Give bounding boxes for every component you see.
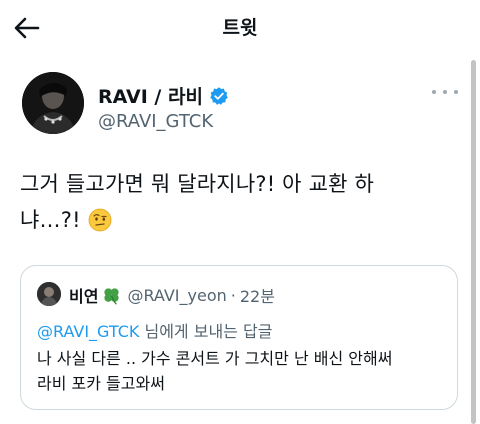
quoted-author-name[interactable]: 비연: [69, 283, 98, 307]
quoted-text-line1: 나 사실 다른 .. 가수 콘서트 가 그치만 난 배신 안해써: [37, 349, 393, 368]
reply-context: @RAVI_GTCK 님에게 보내는 답글: [37, 318, 272, 342]
quoted-timestamp[interactable]: 22분: [240, 283, 275, 307]
quoted-header: 비연 @RAVI_yeon · 22분: [69, 283, 275, 307]
page-title: 트윗: [222, 17, 258, 39]
quoted-avatar[interactable]: [37, 282, 61, 306]
tweet-text: 그거 들고가면 뭐 달라지나?! 아 교환 하 냐…?!: [20, 166, 460, 238]
quoted-tweet-card[interactable]: 비연 @RAVI_yeon · 22분 @RAVI_GTCK 님에게 보내는 답…: [20, 265, 458, 410]
more-dot: [443, 90, 447, 94]
avatar-photo: [22, 72, 84, 134]
author-name-row[interactable]: RAVI / 라비: [98, 82, 229, 109]
four-leaf-clover-emoji: [102, 286, 121, 305]
more-options-button[interactable]: [432, 84, 458, 100]
reply-context-suffix: 님에게 보내는 답글: [139, 322, 273, 341]
scrollbar[interactable]: [471, 60, 476, 424]
top-bar: 트윗: [0, 0, 480, 56]
more-dot: [454, 90, 458, 94]
author-handle[interactable]: @RAVI_GTCK: [98, 111, 213, 132]
verified-badge-icon: [209, 86, 229, 106]
more-dot: [432, 90, 436, 94]
author-name[interactable]: RAVI / 라비: [98, 82, 203, 109]
tweet-text-line1: 그거 들고가면 뭐 달라지나?! 아 교환 하: [20, 172, 375, 196]
quoted-avatar-photo: [37, 282, 61, 306]
quoted-author-handle[interactable]: @RAVI_yeon: [127, 286, 226, 305]
tweet-text-line2: 냐…?!: [20, 208, 81, 232]
face-with-raised-eyebrow-emoji: [88, 207, 112, 232]
tweet-detail-screen: 트윗 RAVI / 라비 @RAVI_GTCK 그거 들고가면 뭐 달라지나?!…: [0, 0, 480, 424]
dot-separator: ·: [230, 285, 236, 305]
quoted-text-line2: 라비 포카 들고와써: [37, 374, 165, 393]
reply-mention-link[interactable]: @RAVI_GTCK: [37, 322, 139, 341]
author-avatar[interactable]: [22, 72, 84, 134]
quoted-tweet-text: 나 사실 다른 .. 가수 콘서트 가 그치만 난 배신 안해써 라비 포카 들…: [37, 346, 447, 396]
